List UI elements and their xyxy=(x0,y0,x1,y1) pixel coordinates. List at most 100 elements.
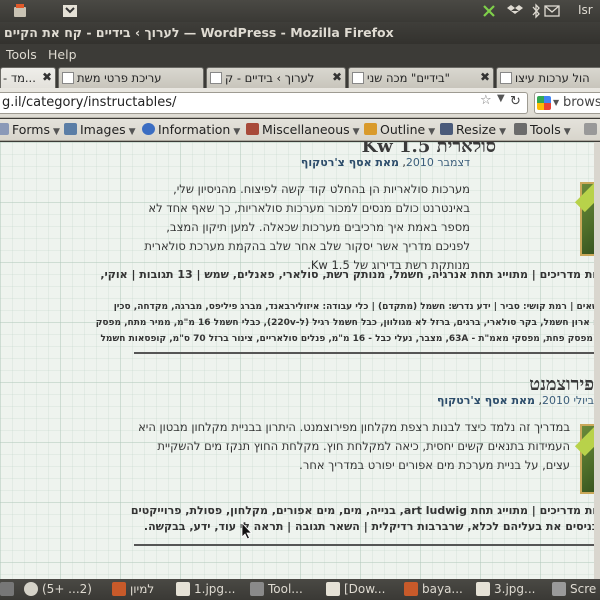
taskbar-item[interactable]: 1.jpg... xyxy=(176,581,242,598)
scissors-icon[interactable] xyxy=(481,3,497,19)
chevron-down-icon[interactable]: ▼ xyxy=(553,98,559,107)
keyboard-layout-indicator[interactable]: Isr xyxy=(578,3,593,17)
view-source-icon xyxy=(584,123,597,135)
show-desktop-button[interactable] xyxy=(0,581,22,598)
post-date[interactable]: ביולי 2010 xyxy=(542,394,594,407)
taskbar-item[interactable]: Scre xyxy=(552,581,600,598)
post-categories[interactable]: ריות מדריכים | מתוייג תחת אנרגיה, חשמל, … xyxy=(100,268,600,281)
navigation-bar: g.il/category/instructables/ ☆ ▼ ↻ brows… xyxy=(0,88,600,118)
toolbar-more-icon[interactable] xyxy=(584,122,600,137)
close-icon[interactable]: ✖ xyxy=(480,70,490,84)
chevron-down-icon: ▼ xyxy=(428,127,436,137)
taskbar-label: Tool... xyxy=(268,582,303,596)
toolbar-forms[interactable]: Forms ▼ xyxy=(0,122,60,137)
tab-second-hit[interactable]: בידיים" מכה שני" ✖ xyxy=(348,67,494,88)
software-center-icon[interactable] xyxy=(12,3,28,19)
chevron-down-icon: ▼ xyxy=(352,127,360,137)
page-favicon-icon xyxy=(62,72,74,84)
post-author[interactable]: מאת אסף צ'רטקוף xyxy=(437,394,535,407)
post-meta: ביולי 2010, מאת אסף צ'רטקוף xyxy=(436,394,594,407)
post-author[interactable]: מאת אסף צ'רטקוף xyxy=(301,156,399,169)
post-categories-continued[interactable]: מכניסים את בעליהם לכלא, שרברבות רדיקלית … xyxy=(144,520,600,533)
page-favicon-icon xyxy=(210,72,222,84)
toolbar-label: Images xyxy=(80,122,126,137)
post-excerpt: במדריך זה נלמד כיצד לבנות רצפת מקלחון מפ… xyxy=(138,420,570,472)
post-date[interactable]: דצמבר 2010 xyxy=(406,156,470,169)
page-favicon-icon xyxy=(500,72,512,84)
tab-strip: - מד... ✖ עריכת פרטי משת לערוך › בידיים … xyxy=(0,66,600,88)
resize-icon xyxy=(440,123,453,135)
taskbar-item[interactable]: למיון xyxy=(112,581,170,598)
page-content: סולארית 1.5 Kw דצמבר 2010, מאת אסף צ'רטק… xyxy=(0,142,600,579)
toolbar-label: Outline xyxy=(380,122,426,137)
menu-help[interactable]: Help xyxy=(48,47,77,62)
post-meta: דצמבר 2010, מאת אסף צ'רטקוף xyxy=(300,156,470,169)
post-title[interactable]: פירוצמנט xyxy=(529,374,594,395)
chevron-down-icon: ▼ xyxy=(128,127,136,137)
post-details-line: יש: ארון חשמל, בקר סולארי, ברגים, ברזל ל… xyxy=(95,318,600,328)
image-viewer-icon xyxy=(476,582,490,596)
toolbar-label: Miscellaneous xyxy=(262,122,350,137)
tab-label: ניהול ערכות עיצו xyxy=(515,71,589,85)
taskbar-item[interactable]: 3.jpg... xyxy=(476,581,546,598)
url-bar[interactable]: g.il/category/instructables/ xyxy=(0,92,528,114)
tab-user-profile[interactable]: עריכת פרטי משת xyxy=(58,67,204,88)
taskbar-label: (5+ ...2) xyxy=(42,582,92,596)
post-title[interactable]: סולארית 1.5 Kw xyxy=(362,142,496,157)
url-dropdown-icon[interactable]: ▼ xyxy=(497,93,505,104)
window-title: לערוך › בידיים - קח את הקיים — WordPress… xyxy=(0,22,600,44)
toolbar-information[interactable]: Information ▼ xyxy=(142,122,240,137)
menu-tools[interactable]: Tools xyxy=(6,47,37,62)
download-indicator-icon[interactable] xyxy=(62,3,78,19)
close-icon[interactable]: ✖ xyxy=(42,70,52,84)
tools-wrench-icon xyxy=(514,123,527,135)
taskbar-label: baya... xyxy=(422,582,463,596)
toolbar-tools[interactable]: Tools ▼ xyxy=(514,122,571,137)
taskbar-item[interactable]: [Dow... xyxy=(326,581,398,598)
taskbar-label: 1.jpg... xyxy=(194,582,236,596)
tools-icon xyxy=(250,582,264,596)
tab-active[interactable]: - מד... ✖ xyxy=(0,67,56,88)
post-excerpt: מערכות סולאריות הן בהחלט קוד קשה לפיצוח.… xyxy=(144,182,470,272)
post-divider xyxy=(134,352,600,354)
outline-pencil-icon xyxy=(364,123,377,135)
tab-edit-category[interactable]: לערוך › בידיים - ק ✖ xyxy=(206,67,346,88)
close-icon[interactable]: ✖ xyxy=(332,70,342,84)
mail-icon[interactable] xyxy=(544,3,560,19)
chevron-down-icon: ▼ xyxy=(233,127,241,137)
toolbar-resize[interactable]: Resize ▼ xyxy=(440,122,506,137)
miscellaneous-icon xyxy=(246,123,259,135)
image-viewer-icon xyxy=(176,582,190,596)
web-developer-toolbar: Forms ▼ Images ▼ Information ▼ Miscellaneou… xyxy=(0,119,600,141)
toolbar-label: Tools xyxy=(530,122,561,137)
toolbar-outline[interactable]: Outline ▼ xyxy=(364,122,435,137)
tab-themes[interactable]: ניהול ערכות עיצו xyxy=(496,67,600,88)
menu-bar: Tools Help xyxy=(0,44,600,66)
google-search-engine-icon[interactable] xyxy=(537,96,551,110)
taskbar-label: למיון xyxy=(130,582,155,596)
toolbar-images[interactable]: Images ▼ xyxy=(64,122,136,137)
taskbar-label: [Dow... xyxy=(344,582,386,596)
post-details-line: א, מפסק פחת, מפסקי מאמ"ת - 63A, מצבר, נע… xyxy=(100,334,600,344)
taskbar-item[interactable]: (5+ ...2) xyxy=(24,581,108,598)
tab-label: לערוך › בידיים - ק xyxy=(225,71,315,85)
page-scrollbar[interactable] xyxy=(594,142,600,579)
taskbar: (5+ ...2) למיון 1.jpg... Tool... [Dow...… xyxy=(0,579,600,600)
dropbox-icon[interactable] xyxy=(507,3,523,19)
bookmark-star-icon[interactable]: ☆ xyxy=(480,93,492,108)
top-panel: Isr xyxy=(0,0,600,22)
toolbar-label: Forms xyxy=(12,122,51,137)
taskbar-item[interactable]: baya... xyxy=(404,581,470,598)
chevron-down-icon: ▼ xyxy=(53,127,60,137)
tab-label: - מד... xyxy=(3,71,36,85)
post-categories[interactable]: ריות מדריכים | מתוייג תחת art ludwig, בנ… xyxy=(131,504,600,517)
toolbar-miscellaneous[interactable]: Miscellaneous ▼ xyxy=(246,122,360,137)
reload-icon[interactable]: ↻ xyxy=(510,94,521,109)
tab-label: עריכת פרטי משת xyxy=(77,71,162,85)
taskbar-item[interactable]: Tool... xyxy=(250,581,318,598)
page-favicon-icon xyxy=(352,72,364,84)
bluetooth-icon[interactable] xyxy=(528,3,544,19)
information-icon xyxy=(142,123,155,135)
taskbar-label: 3.jpg... xyxy=(494,582,536,596)
post-details-line: נושאים | רמת קושי: סביר | ידע נדרש: חשמל… xyxy=(113,302,600,312)
